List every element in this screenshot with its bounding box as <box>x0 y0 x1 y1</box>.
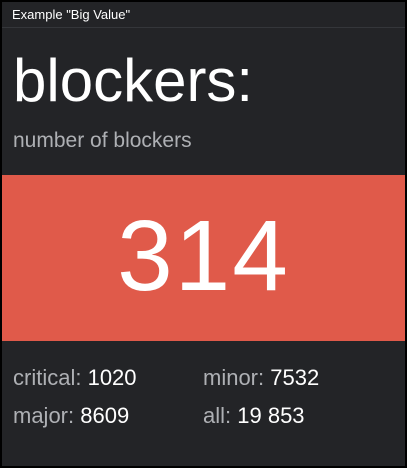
subtitle: number of blockers <box>13 129 192 152</box>
big-value: 314 <box>117 200 290 312</box>
stat-value: 8609 <box>80 403 130 428</box>
stat-label: minor: <box>203 365 265 390</box>
stat-value: 7532 <box>270 365 320 390</box>
widget-title: Example "Big Value" <box>2 2 405 28</box>
stat-all: all: 19 853 <box>203 405 305 427</box>
headline: blockers: <box>13 47 254 114</box>
stat-critical: critical: 1020 <box>13 367 137 389</box>
big-value-widget: Example "Big Value" blockers: number of … <box>0 0 407 468</box>
stat-label: major: <box>13 403 75 428</box>
stat-value: 1020 <box>87 365 137 390</box>
stat-major: major: 8609 <box>13 405 129 427</box>
stat-minor: minor: 7532 <box>203 367 319 389</box>
stat-label: all: <box>203 403 232 428</box>
stat-label: critical: <box>13 365 82 390</box>
big-value-panel: 314 <box>2 175 405 341</box>
stat-value: 19 853 <box>237 403 305 428</box>
